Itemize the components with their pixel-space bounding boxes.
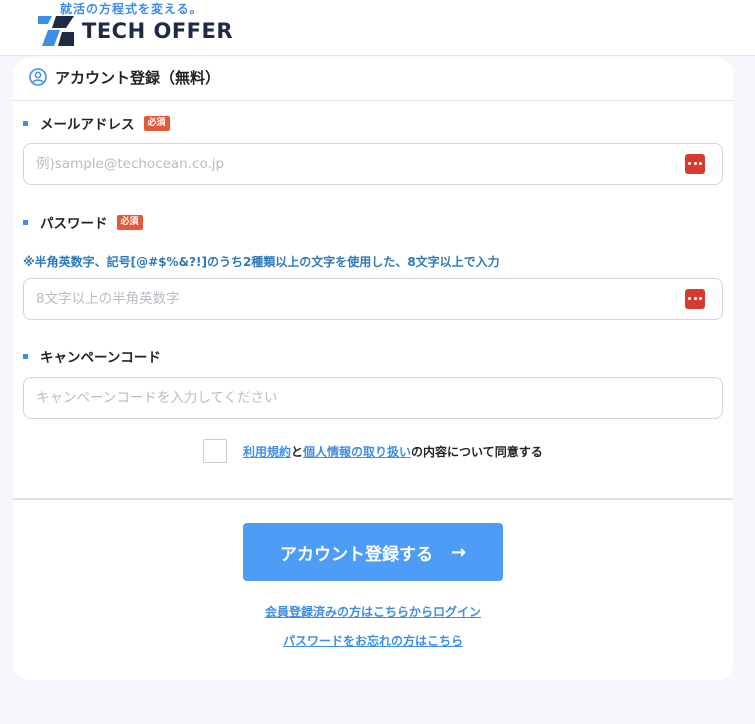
password-label-text: パスワード	[40, 216, 108, 232]
password-input[interactable]	[24, 279, 664, 319]
login-link-row: 会員登録済みの方はこちらからログイン	[13, 603, 733, 620]
terms-link[interactable]: 利用規約	[243, 443, 291, 460]
page-title: アカウント登録（無料）	[55, 69, 221, 87]
registration-card: アカウント登録（無料） メールアドレス 必須 パスワード 必須 ※半角英数字、記…	[13, 58, 733, 680]
campaign-label: キャンペーンコード	[23, 346, 161, 366]
email-label: メールアドレス 必須	[23, 113, 170, 133]
campaign-label-text: キャンペーンコード	[40, 350, 161, 366]
bullet-square-icon	[23, 353, 28, 359]
bullet-square-icon	[23, 219, 28, 225]
email-input[interactable]	[24, 144, 664, 184]
agreement-row: 利用規約 と 個人情報の取り扱い の内容について同意する	[203, 439, 543, 463]
password-manager-icon[interactable]	[685, 154, 705, 174]
privacy-link[interactable]: 個人情報の取り扱い	[303, 443, 411, 460]
campaign-code-input[interactable]	[24, 378, 664, 418]
tagline: 就活の方程式を変える。	[60, 2, 203, 16]
password-label: パスワード 必須	[23, 212, 143, 232]
arrow-right-icon: →	[450, 541, 467, 563]
agreement-conj: と	[291, 444, 304, 459]
forgot-password-link-row: パスワードをお忘れの方はこちら	[13, 632, 733, 649]
password-hint: ※半角英数字、記号[@#$%&?!]のうち2種類以上の文字を使用した、8文字以上…	[23, 255, 500, 269]
email-field[interactable]	[23, 143, 723, 185]
tech-offer-logo-icon[interactable]	[38, 16, 74, 46]
forgot-password-link[interactable]: パスワードをお忘れの方はこちら	[283, 634, 463, 648]
required-badge: 必須	[143, 115, 170, 131]
password-manager-icon[interactable]	[685, 289, 705, 309]
bullet-square-icon	[23, 120, 28, 126]
campaign-field[interactable]	[23, 377, 723, 419]
divider	[13, 498, 733, 500]
logo-text[interactable]: TECH OFFER	[82, 19, 233, 43]
site-header: 就活の方程式を変える。 TECH OFFER	[0, 0, 755, 56]
user-circle-icon	[29, 68, 47, 86]
required-badge: 必須	[116, 214, 143, 230]
register-button-label: アカウント登録する	[279, 544, 433, 565]
password-field[interactable]	[23, 278, 723, 320]
card-header: アカウント登録（無料）	[13, 58, 733, 101]
email-label-text: メールアドレス	[40, 117, 135, 133]
agreement-suffix: の内容について同意する	[411, 444, 543, 459]
register-button[interactable]: アカウント登録する →	[243, 523, 503, 581]
login-link[interactable]: 会員登録済みの方はこちらからログイン	[265, 605, 481, 619]
agree-checkbox[interactable]	[203, 439, 227, 463]
